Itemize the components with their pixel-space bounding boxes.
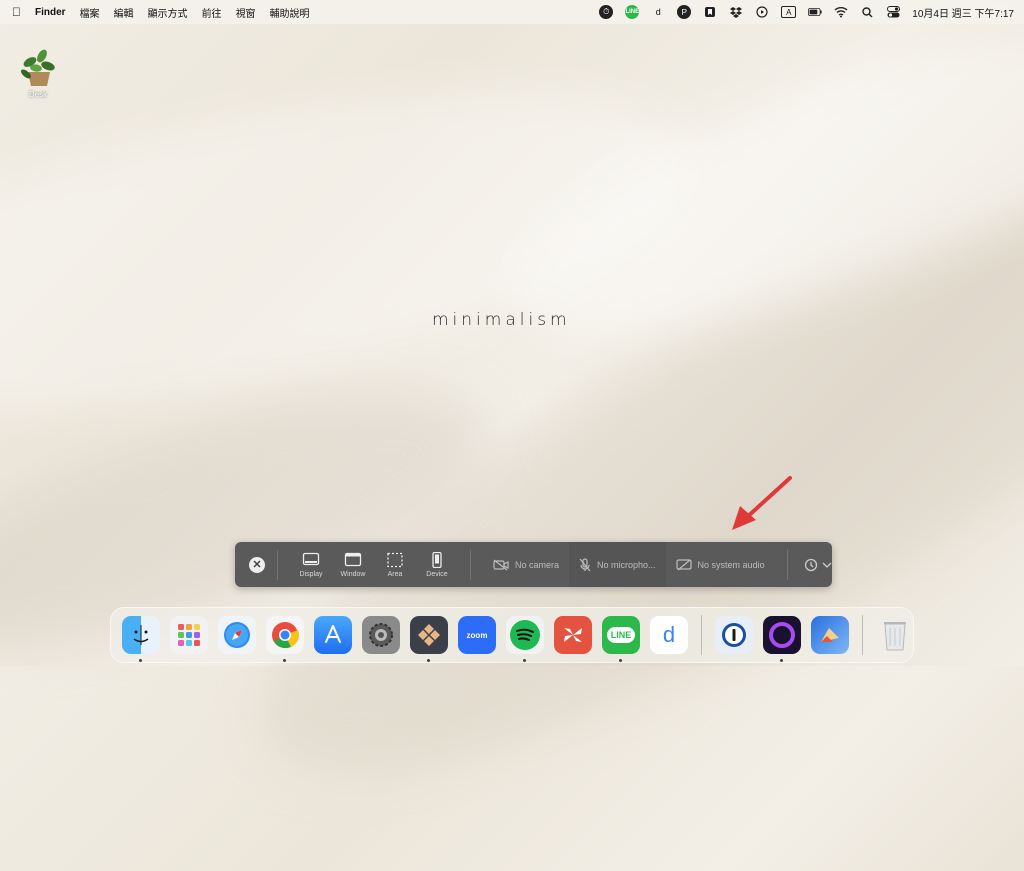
- running-indicator: [139, 659, 142, 662]
- finder-icon[interactable]: [122, 616, 160, 662]
- line-app-icon[interactable]: LINE: [602, 616, 640, 662]
- search-icon[interactable]: [860, 5, 874, 19]
- toolbar-divider: [786, 549, 788, 580]
- screen-time-icon[interactable]: ⏱: [599, 5, 614, 19]
- menu-go[interactable]: 前往: [202, 5, 222, 20]
- running-indicator: [427, 659, 430, 662]
- battery-icon[interactable]: [808, 5, 822, 19]
- menu-file[interactable]: 檔案: [80, 5, 100, 20]
- trash-icon[interactable]: [876, 616, 914, 654]
- menu-help[interactable]: 輔助說明: [270, 5, 310, 20]
- wallpaper-text: minimalism: [432, 310, 571, 330]
- close-capture-button[interactable]: ✕: [249, 556, 265, 573]
- capture-display-label: Display: [299, 570, 323, 578]
- camera-off-icon: [493, 559, 509, 570]
- capture-device-label: Device: [426, 570, 448, 578]
- app-store-icon[interactable]: [314, 616, 352, 654]
- safari-icon[interactable]: [218, 616, 256, 654]
- menu-clock[interactable]: 10月4日 週三 下午7:17: [912, 5, 1014, 20]
- spotify-icon[interactable]: [506, 616, 544, 662]
- capture-window-button[interactable]: Window: [332, 552, 374, 578]
- line-icon[interactable]: LINE: [625, 5, 640, 19]
- menu-view[interactable]: 顯示方式: [148, 5, 188, 20]
- system-audio-off-icon: [675, 558, 692, 570]
- running-indicator: [619, 659, 622, 662]
- control-center-icon[interactable]: [886, 5, 900, 19]
- preview-app-icon[interactable]: [811, 616, 849, 654]
- desktop-folder-label: Desk: [28, 90, 48, 99]
- capture-options-menu[interactable]: [804, 558, 832, 572]
- capture-device-button[interactable]: Device: [416, 551, 458, 578]
- wifi-icon[interactable]: [834, 5, 848, 19]
- pinwheel-app-icon[interactable]: [554, 616, 592, 654]
- input-a-icon[interactable]: A: [781, 6, 797, 18]
- window-icon: [344, 552, 362, 566]
- bookmark-icon[interactable]: [703, 5, 717, 19]
- microphone-off-icon: [579, 557, 591, 571]
- capture-display-button[interactable]: Display: [290, 552, 332, 578]
- p-icon[interactable]: P: [677, 5, 692, 19]
- microphone-option-label: No micropho...: [597, 559, 656, 570]
- capture-area-button[interactable]: Area: [374, 552, 416, 578]
- camera-option[interactable]: No camera: [483, 542, 569, 587]
- camera-option-label: No camera: [515, 559, 560, 570]
- desktop-folder-desk[interactable]: Desk: [16, 44, 60, 99]
- dock-divider: [862, 615, 863, 655]
- menu-window[interactable]: 視窗: [236, 5, 256, 20]
- play-icon[interactable]: [755, 5, 769, 19]
- dock: zoom LINE d: [110, 607, 914, 663]
- line-app-label: LINE: [606, 627, 636, 643]
- display-icon: [302, 552, 320, 565]
- zoom-icon[interactable]: zoom: [458, 616, 496, 654]
- launchpad-icon[interactable]: [170, 616, 208, 654]
- apple-menu-icon[interactable]: : [12, 5, 21, 19]
- device-icon: [432, 551, 442, 568]
- annotation-arrow: [732, 476, 792, 530]
- area-icon: [387, 552, 403, 567]
- plant-folder-icon: [18, 44, 58, 88]
- tool-app-icon[interactable]: [410, 616, 448, 662]
- dock-divider: [701, 615, 702, 655]
- capture-area-label: Area: [387, 570, 403, 578]
- system-settings-icon[interactable]: [362, 616, 400, 654]
- d-icon[interactable]: d: [651, 5, 665, 19]
- toolbar-divider: [470, 549, 471, 580]
- screen-recorder-icon[interactable]: [763, 616, 801, 662]
- running-indicator: [780, 659, 783, 662]
- chevron-down-icon: [822, 562, 832, 568]
- dict-app-icon[interactable]: d: [650, 616, 688, 654]
- capture-window-label: Window: [340, 570, 366, 578]
- menu-edit[interactable]: 編輯: [114, 5, 134, 20]
- screen-capture-toolbar: ✕ Display Window Area Device No camera N…: [235, 542, 832, 587]
- running-indicator: [523, 659, 526, 662]
- dropbox-icon[interactable]: [729, 5, 743, 19]
- menu-bar:  Finder 檔案 編輯 顯示方式 前往 視窗 輔助說明 ⏱ LINE d …: [0, 0, 1024, 24]
- toolbar-divider: [277, 549, 278, 580]
- settings-icon: [804, 558, 817, 571]
- 1password-icon[interactable]: [715, 616, 753, 654]
- running-indicator: [283, 659, 286, 662]
- system-audio-option-label: No system audio: [697, 559, 765, 570]
- microphone-option[interactable]: No micropho...: [569, 542, 666, 587]
- system-audio-option[interactable]: No system audio: [666, 542, 775, 587]
- menu-app-name[interactable]: Finder: [35, 7, 66, 18]
- chrome-icon[interactable]: [266, 616, 304, 662]
